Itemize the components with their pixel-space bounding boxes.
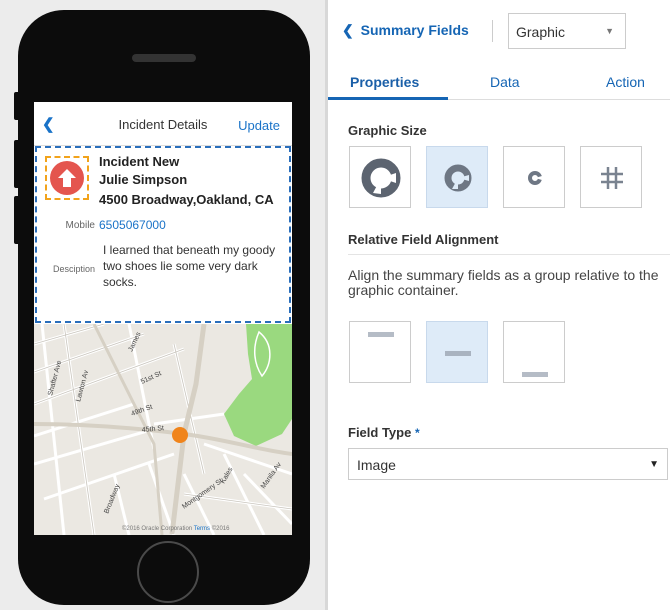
graphic-size-small[interactable] [503, 146, 565, 208]
graphic-size-large[interactable] [426, 146, 488, 208]
summary-line-3: 4500 Broadway,Oakland, CA [99, 192, 274, 207]
map-view[interactable]: Shafter Ave Lawton Av 51st St 49th St 45… [34, 324, 292, 535]
alignment-description: Align the summary fields as a group rela… [348, 267, 659, 298]
active-tab-indicator [328, 97, 448, 100]
phone-home-button [137, 541, 199, 603]
update-button[interactable]: Update [238, 118, 280, 133]
alignment-top[interactable] [349, 321, 411, 383]
alignment-bottom[interactable] [503, 321, 565, 383]
graphic-size-none[interactable] [580, 146, 642, 208]
phone-frame: ❮ Incident Details Update Incident New J… [18, 10, 310, 605]
component-type-select[interactable]: Graphic ▼ [508, 13, 626, 49]
summary-card[interactable]: Incident New Julie Simpson 4500 Broadway… [35, 146, 291, 323]
donut-xl-icon [361, 158, 401, 198]
mobile-label: Mobile [65, 220, 95, 231]
arrow-up-icon [50, 161, 84, 195]
align-bottom-icon [522, 372, 548, 377]
map-terms-link[interactable]: Terms [194, 526, 210, 532]
tab-action[interactable]: Action [606, 74, 645, 90]
graphic-size-extra-large[interactable] [349, 146, 411, 208]
panel-header: ❮ Summary Fields Graphic ▼ [328, 0, 670, 54]
graphic-container[interactable] [45, 156, 89, 200]
component-type-value: Graphic [516, 24, 566, 40]
alignment-divider [348, 254, 670, 255]
location-marker [172, 427, 188, 443]
street-map: Shafter Ave Lawton Av 51st St 49th St 45… [34, 324, 292, 535]
map-copyright: ©2016 Oracle Corporation Terms ©2016 [122, 526, 230, 532]
caret-down-icon: ▼ [649, 459, 659, 470]
back-link-label: Summary Fields [360, 22, 469, 38]
preview-canvas: ❮ Incident Details Update Incident New J… [0, 0, 328, 610]
field-type-value: Image [357, 457, 396, 473]
align-top-icon [368, 332, 394, 337]
back-to-summary-fields-link[interactable]: ❮ Summary Fields [342, 22, 469, 39]
app-header: ❮ Incident Details Update [34, 102, 292, 146]
description-value: I learned that beneath my goody two shoe… [103, 243, 276, 289]
phone-screen: ❮ Incident Details Update Incident New J… [34, 102, 292, 535]
summary-line-1: Incident New [99, 154, 180, 169]
description-label: Desciption [52, 264, 95, 274]
graphic-size-title: Graphic Size [348, 123, 427, 138]
summary-line-2: Julie Simpson [99, 172, 188, 187]
donut-large-icon [444, 164, 472, 192]
tab-properties[interactable]: Properties [350, 74, 419, 90]
align-middle-icon [445, 351, 471, 356]
panel-tabs: Properties Data Action [328, 64, 670, 100]
hash-icon [601, 167, 623, 189]
caret-down-icon: ▼ [605, 26, 614, 36]
field-type-select[interactable]: Image ▼ [348, 448, 668, 480]
mobile-value[interactable]: 6505067000 [99, 218, 166, 232]
chevron-left-icon: ❮ [342, 22, 354, 38]
alignment-title: Relative Field Alignment [348, 232, 499, 247]
properties-panel: ❮ Summary Fields Graphic ▼ Properties Da… [328, 0, 670, 610]
phone-speaker [132, 54, 196, 62]
field-type-label: Field Type * [348, 425, 420, 440]
required-indicator: * [414, 426, 420, 440]
header-divider [492, 20, 493, 42]
tab-data[interactable]: Data [490, 74, 520, 90]
alignment-middle[interactable] [426, 321, 488, 383]
donut-small-icon [528, 171, 542, 185]
